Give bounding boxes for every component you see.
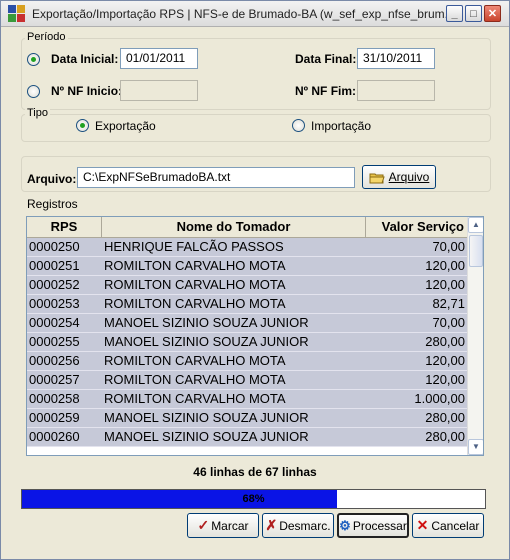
radio-exportacao[interactable] [76, 119, 89, 132]
exportacao-label: Exportação [95, 119, 156, 133]
cell-valor: 1.000,00 [414, 391, 465, 406]
scroll-down-icon[interactable]: ▼ [468, 439, 483, 455]
cell-valor: 280,00 [425, 429, 465, 444]
radio-nf[interactable] [27, 85, 40, 98]
scroll-thumb[interactable] [469, 235, 483, 267]
window-title: Exportação/Importação RPS | NFS-e de Bru… [32, 6, 452, 21]
main-window: Exportação/Importação RPS | NFS-e de Bru… [0, 0, 510, 560]
table-row[interactable]: 0000260 MANOEL SIZINIO SOUZA JUNIOR 280,00 [27, 428, 468, 447]
rows-status: 46 linhas de 67 linhas [193, 465, 317, 479]
cell-valor: 82,71 [432, 296, 465, 311]
table-row[interactable]: 0000250 HENRIQUE FALCÃO PASSOS 70,00 [27, 238, 468, 257]
app-icon [8, 4, 26, 23]
progress-bar: 68% [21, 489, 486, 509]
cell-nome: ROMILTON CARVALHO MOTA [104, 296, 286, 311]
nf-inicio-label: Nº NF Inicio: [51, 84, 123, 98]
cell-valor: 120,00 [425, 258, 465, 273]
table-row[interactable]: 0000257 ROMILTON CARVALHO MOTA 120,00 [27, 371, 468, 390]
title-bar[interactable]: Exportação/Importação RPS | NFS-e de Bru… [1, 1, 509, 27]
cell-nome: ROMILTON CARVALHO MOTA [104, 391, 286, 406]
cell-nome: HENRIQUE FALCÃO PASSOS [104, 239, 284, 254]
cell-nome: ROMILTON CARVALHO MOTA [104, 277, 286, 292]
cell-valor: 70,00 [432, 315, 465, 330]
column-header-rps[interactable]: RPS [27, 217, 102, 237]
data-inicial-field[interactable]: 01/01/2011 [120, 48, 198, 69]
cell-nome: MANOEL SIZINIO SOUZA JUNIOR [104, 334, 309, 349]
cell-nome: MANOEL SIZINIO SOUZA JUNIOR [104, 429, 309, 444]
registros-label: Registros [27, 197, 78, 211]
arquivo-label: Arquivo: [27, 172, 77, 186]
arquivo-field[interactable]: C:\ExpNFSeBrumadoBA.txt [77, 167, 355, 188]
tipo-group [21, 114, 491, 142]
table-header: RPS Nome do Tomador Valor Serviço [27, 217, 468, 238]
cell-rps: 0000251 [29, 258, 80, 273]
cell-valor: 70,00 [432, 239, 465, 254]
table-row[interactable]: 0000255 MANOEL SIZINIO SOUZA JUNIOR 280,00 [27, 333, 468, 352]
minimize-button[interactable]: _ [446, 5, 463, 22]
vertical-scrollbar[interactable]: ▲ ▼ [467, 217, 483, 455]
cell-rps: 0000253 [29, 296, 80, 311]
column-header-nome[interactable]: Nome do Tomador [102, 217, 366, 237]
cell-rps: 0000256 [29, 353, 80, 368]
nf-fim-field[interactable] [357, 80, 435, 101]
cell-rps: 0000250 [29, 239, 80, 254]
cancel-icon: ✕ [416, 517, 429, 533]
cell-rps: 0000255 [29, 334, 80, 349]
cancelar-button[interactable]: ✕ Cancelar [412, 513, 484, 538]
table-row[interactable]: 0000252 ROMILTON CARVALHO MOTA 120,00 [27, 276, 468, 295]
cell-nome: ROMILTON CARVALHO MOTA [104, 372, 286, 387]
maximize-button[interactable]: □ [465, 5, 482, 22]
data-inicial-label: Data Inicial: [51, 52, 119, 66]
radio-importacao[interactable] [292, 119, 305, 132]
cell-rps: 0000254 [29, 315, 80, 330]
nf-inicio-field[interactable] [120, 80, 198, 101]
progress-text: 68% [242, 493, 265, 505]
folder-icon [369, 172, 385, 183]
processar-button-label: Processar [352, 518, 407, 533]
radio-data[interactable] [27, 53, 40, 66]
marcar-button[interactable]: ✓ Marcar [187, 513, 259, 538]
scroll-up-icon[interactable]: ▲ [468, 217, 483, 233]
arquivo-button-label: Arquivo [388, 170, 430, 184]
desmarcar-button-label: Desmarc. [279, 518, 331, 533]
processar-button[interactable]: ⚙ Processar [337, 513, 409, 538]
uncheck-icon: ✗ [265, 517, 278, 533]
cell-rps: 0000260 [29, 429, 80, 444]
table-row[interactable]: 0000258 ROMILTON CARVALHO MOTA 1.000,00 [27, 390, 468, 409]
cell-valor: 120,00 [425, 277, 465, 292]
desmarcar-button[interactable]: ✗ Desmarc. [262, 513, 334, 538]
data-final-field[interactable]: 31/10/2011 [357, 48, 435, 69]
cell-rps: 0000257 [29, 372, 80, 387]
cell-rps: 0000252 [29, 277, 80, 292]
cell-valor: 280,00 [425, 410, 465, 425]
cell-valor: 120,00 [425, 353, 465, 368]
cell-rps: 0000258 [29, 391, 80, 406]
cell-valor: 120,00 [425, 372, 465, 387]
cancelar-button-label: Cancelar [431, 518, 480, 533]
table-row[interactable]: 0000251 ROMILTON CARVALHO MOTA 120,00 [27, 257, 468, 276]
column-header-valor[interactable]: Valor Serviço [366, 217, 468, 237]
tipo-legend: Tipo [25, 107, 50, 119]
table-row[interactable]: 0000253 ROMILTON CARVALHO MOTA 82,71 [27, 295, 468, 314]
cell-nome: ROMILTON CARVALHO MOTA [104, 353, 286, 368]
table-row[interactable]: 0000256 ROMILTON CARVALHO MOTA 120,00 [27, 352, 468, 371]
cell-nome: MANOEL SIZINIO SOUZA JUNIOR [104, 410, 309, 425]
cell-rps: 0000259 [29, 410, 80, 425]
nf-fim-label: Nº NF Fim: [295, 84, 357, 98]
marcar-button-label: Marcar [211, 518, 249, 533]
arquivo-button[interactable]: Arquivo [362, 165, 436, 189]
table-row[interactable]: 0000259 MANOEL SIZINIO SOUZA JUNIOR 280,00 [27, 409, 468, 428]
importacao-label: Importação [311, 119, 372, 133]
process-icon: ⚙ [339, 517, 351, 533]
registros-table[interactable]: RPS Nome do Tomador Valor Serviço 000025… [26, 216, 484, 456]
cell-valor: 280,00 [425, 334, 465, 349]
periodo-legend: Período [25, 31, 68, 43]
table-body: 0000250 HENRIQUE FALCÃO PASSOS 70,00 00002… [27, 238, 468, 447]
close-button[interactable]: ✕ [484, 5, 501, 22]
data-final-label: Data Final: [295, 52, 357, 66]
cell-nome: ROMILTON CARVALHO MOTA [104, 258, 286, 273]
cell-nome: MANOEL SIZINIO SOUZA JUNIOR [104, 315, 309, 330]
check-icon: ✓ [197, 517, 210, 533]
table-row[interactable]: 0000254 MANOEL SIZINIO SOUZA JUNIOR 70,00 [27, 314, 468, 333]
